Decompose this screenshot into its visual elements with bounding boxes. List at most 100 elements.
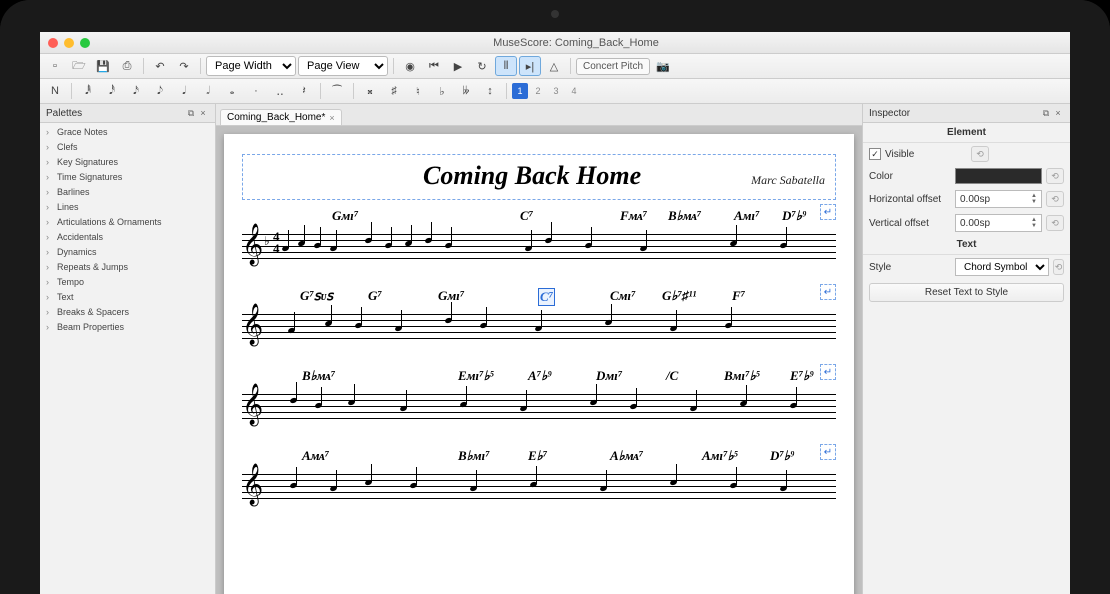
voice-4-button[interactable]: 4 bbox=[566, 83, 582, 99]
zoom-select[interactable]: Page Width bbox=[206, 56, 296, 76]
chord-symbol[interactable]: Aᴍɪ⁷♭⁵ bbox=[702, 448, 738, 464]
minimize-window-button[interactable] bbox=[64, 38, 74, 48]
palette-item[interactable]: Accidentals bbox=[40, 230, 215, 245]
chord-symbol[interactable]: A♭ᴍᴀ⁷ bbox=[610, 448, 643, 464]
duration-8th-button[interactable]: 𝅘𝅥𝅮 bbox=[149, 81, 171, 101]
chord-symbol[interactable]: E⁷♭⁹ bbox=[790, 368, 814, 384]
image-capture-button[interactable]: 📷 bbox=[652, 56, 674, 76]
print-button[interactable]: ⎙ bbox=[116, 56, 138, 76]
system-break-icon[interactable]: ↵ bbox=[820, 444, 836, 460]
play-repeats-button[interactable]: ⦀ bbox=[495, 56, 517, 76]
palette-item[interactable]: Text bbox=[40, 290, 215, 305]
chord-symbol[interactable]: Aᴍᴀ⁷ bbox=[302, 448, 329, 464]
close-tab-icon[interactable]: × bbox=[329, 113, 334, 123]
palette-item[interactable]: Articulations & Ornaments bbox=[40, 215, 215, 230]
palette-item[interactable]: Dynamics bbox=[40, 245, 215, 260]
system-break-icon[interactable]: ↵ bbox=[820, 284, 836, 300]
duration-quarter-button[interactable]: 𝅘𝅥 bbox=[173, 81, 195, 101]
chord-symbol[interactable]: B♭ᴍᴀ⁷ bbox=[668, 208, 701, 224]
score-viewport[interactable]: Coming Back Home Marc Sabatella Gᴍɪ⁷ C⁷ Fᴍ… bbox=[216, 126, 862, 594]
palette-item[interactable]: Time Signatures bbox=[40, 170, 215, 185]
double-flat-button[interactable]: 𝄫 bbox=[455, 81, 477, 101]
system-break-icon[interactable]: ↵ bbox=[820, 364, 836, 380]
rewind-button[interactable]: ⏮ bbox=[423, 56, 445, 76]
page-view-select[interactable]: Page View bbox=[298, 56, 388, 76]
undo-button[interactable]: ↶ bbox=[149, 56, 171, 76]
double-sharp-button[interactable]: 𝄪 bbox=[359, 81, 381, 101]
palette-item[interactable]: Breaks & Spacers bbox=[40, 305, 215, 320]
reset-color-button[interactable]: ⟲ bbox=[1046, 168, 1064, 184]
voice-2-button[interactable]: 2 bbox=[530, 83, 546, 99]
duration-16th-button[interactable]: 𝅘𝅥𝅯 bbox=[125, 81, 147, 101]
palette-item[interactable]: Repeats & Jumps bbox=[40, 260, 215, 275]
vertical-offset-input[interactable]: 0.00sp▲▼ bbox=[955, 214, 1042, 232]
pan-score-button[interactable]: ▸| bbox=[519, 56, 541, 76]
chord-symbol[interactable]: D⁷♭⁹ bbox=[782, 208, 807, 224]
chord-symbol[interactable]: Dᴍɪ⁷ bbox=[596, 368, 622, 384]
chord-symbol[interactable]: Aᴍɪ⁷ bbox=[734, 208, 760, 224]
chord-symbol[interactable]: G♭⁷♯¹¹ bbox=[662, 288, 696, 304]
reset-style-button[interactable]: ⟲ bbox=[1053, 259, 1064, 275]
inspector-undock-icon[interactable]: ⧉ bbox=[1040, 107, 1052, 119]
inspector-close-icon[interactable]: × bbox=[1052, 107, 1064, 119]
palettes-close-icon[interactable]: × bbox=[197, 107, 209, 119]
palette-item[interactable]: Beam Properties bbox=[40, 320, 215, 335]
reset-text-to-style-button[interactable]: Reset Text to Style bbox=[869, 283, 1064, 302]
reset-hoffset-button[interactable]: ⟲ bbox=[1046, 191, 1064, 207]
palette-item[interactable]: Grace Notes bbox=[40, 125, 215, 140]
duration-64th-button[interactable]: 𝅘𝅥𝅱 bbox=[77, 81, 99, 101]
chord-symbol[interactable]: A⁷♭⁹ bbox=[528, 368, 552, 384]
chord-symbol[interactable]: G⁷ꜱᴜꜱ bbox=[300, 288, 333, 304]
loop-button[interactable]: ↻ bbox=[471, 56, 493, 76]
duration-dot-button[interactable]: · bbox=[245, 81, 267, 101]
save-button[interactable]: 💾 bbox=[92, 56, 114, 76]
palette-item[interactable]: Lines bbox=[40, 200, 215, 215]
chord-symbol[interactable]: D⁷♭⁹ bbox=[770, 448, 795, 464]
chord-symbol[interactable]: Eᴍɪ⁷♭⁵ bbox=[458, 368, 494, 384]
chord-symbol[interactable]: Cᴍɪ⁷ bbox=[610, 288, 636, 304]
voice-1-button[interactable]: 1 bbox=[512, 83, 528, 99]
metronome-button[interactable]: △ bbox=[543, 56, 565, 76]
system-break-icon[interactable]: ↵ bbox=[820, 204, 836, 220]
close-window-button[interactable] bbox=[48, 38, 58, 48]
chord-symbol[interactable]: B♭ᴍᴀ⁷ bbox=[302, 368, 335, 384]
reset-voffset-button[interactable]: ⟲ bbox=[1046, 215, 1064, 231]
new-file-button[interactable]: ▫ bbox=[44, 56, 66, 76]
chord-symbol[interactable]: /C bbox=[666, 368, 678, 384]
reset-visible-button[interactable]: ⟲ bbox=[971, 146, 989, 162]
flip-direction-button[interactable]: ↕ bbox=[479, 81, 501, 101]
chord-symbol[interactable]: E♭⁷ bbox=[528, 448, 547, 464]
sharp-button[interactable]: ♯ bbox=[383, 81, 405, 101]
chord-symbol[interactable]: G⁷ bbox=[368, 288, 382, 304]
palette-item[interactable]: Tempo bbox=[40, 275, 215, 290]
chord-symbol[interactable]: Fᴍᴀ⁷ bbox=[620, 208, 647, 224]
maximize-window-button[interactable] bbox=[80, 38, 90, 48]
chord-symbol[interactable]: Bᴍɪ⁷♭⁵ bbox=[724, 368, 760, 384]
concert-pitch-button[interactable]: Concert Pitch bbox=[576, 58, 650, 75]
chord-symbol[interactable]: C⁷ bbox=[538, 288, 555, 306]
duration-32nd-button[interactable]: 𝅘𝅥𝅰 bbox=[101, 81, 123, 101]
title-frame[interactable]: Coming Back Home Marc Sabatella bbox=[242, 154, 836, 200]
note-input-button[interactable]: N bbox=[44, 81, 66, 101]
color-swatch[interactable] bbox=[955, 168, 1042, 184]
chord-symbol[interactable]: Gᴍɪ⁷ bbox=[332, 208, 358, 224]
text-style-select[interactable]: Chord Symbol bbox=[955, 258, 1049, 276]
palette-item[interactable]: Clefs bbox=[40, 140, 215, 155]
palette-item[interactable]: Barlines bbox=[40, 185, 215, 200]
midi-input-button[interactable]: ◉ bbox=[399, 56, 421, 76]
open-file-button[interactable]: 🗁 bbox=[68, 56, 90, 76]
composer-text[interactable]: Marc Sabatella bbox=[751, 173, 825, 188]
song-title[interactable]: Coming Back Home bbox=[313, 161, 751, 191]
chord-symbol[interactable]: F⁷ bbox=[732, 288, 745, 304]
horizontal-offset-input[interactable]: 0.00sp▲▼ bbox=[955, 190, 1042, 208]
duration-double-dot-button[interactable]: ‥ bbox=[269, 81, 291, 101]
palette-item[interactable]: Key Signatures bbox=[40, 155, 215, 170]
tie-button[interactable]: ⁀ bbox=[326, 81, 348, 101]
visible-checkbox[interactable]: ✓ bbox=[869, 148, 881, 160]
chord-symbol[interactable]: B♭ᴍɪ⁷ bbox=[458, 448, 490, 464]
natural-button[interactable]: ♮ bbox=[407, 81, 429, 101]
voice-3-button[interactable]: 3 bbox=[548, 83, 564, 99]
flat-button[interactable]: ♭ bbox=[431, 81, 453, 101]
palettes-undock-icon[interactable]: ⧉ bbox=[185, 107, 197, 119]
play-button[interactable]: ▶ bbox=[447, 56, 469, 76]
